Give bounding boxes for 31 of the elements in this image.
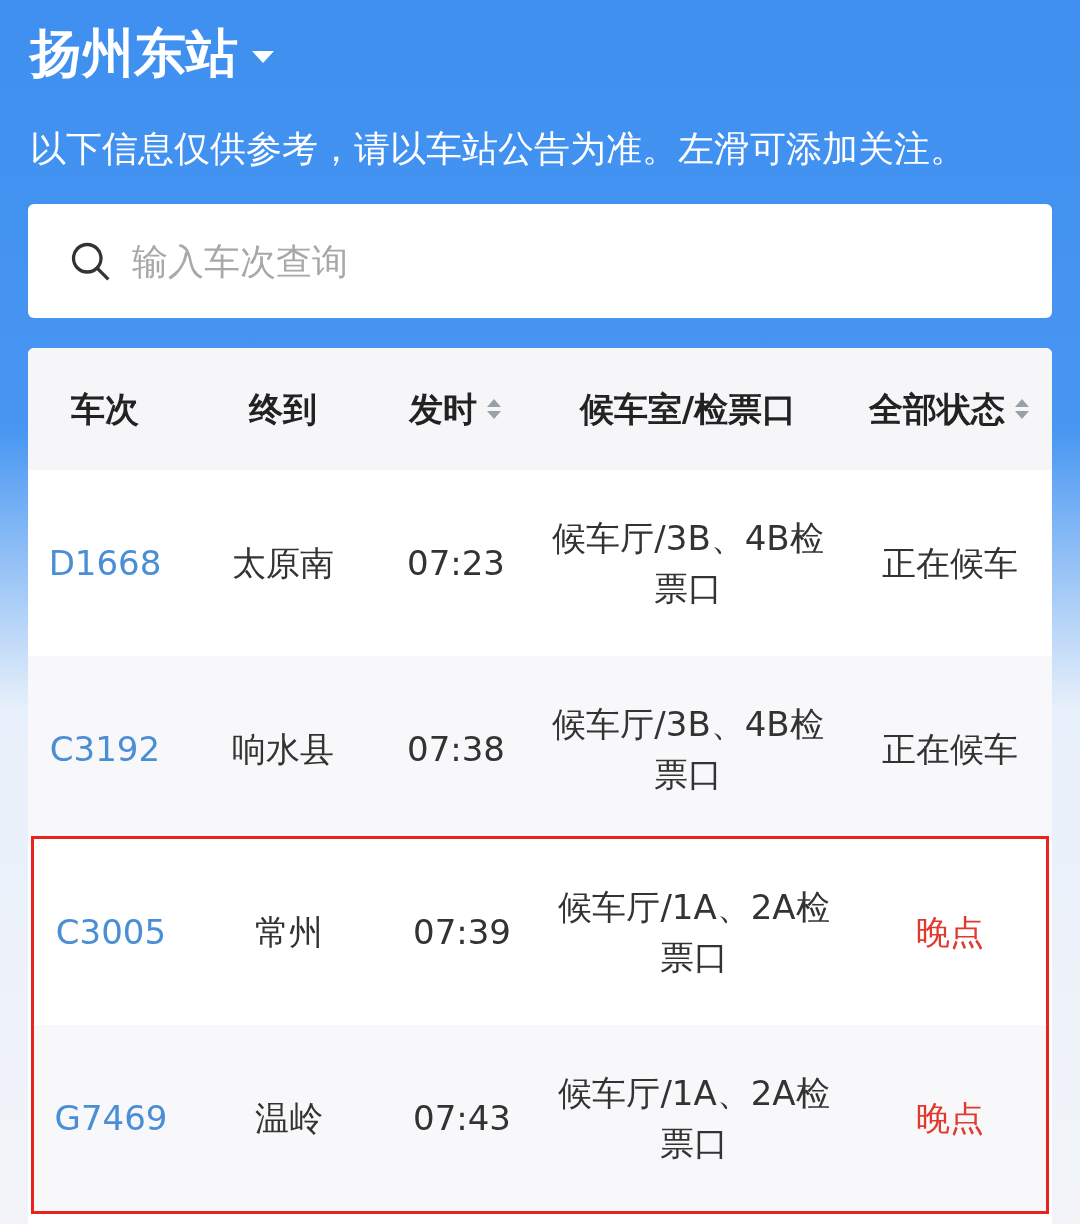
gate: 候车厅/3B、4B检票口 [551, 703, 825, 796]
train-row[interactable]: C3192 响水县 07:38 候车厅/3B、4B检票口 正在候车 [28, 656, 1052, 842]
station-title[interactable]: 扬州东站 [30, 14, 238, 92]
column-header: 车次 [71, 387, 139, 431]
gate: 候车厅/3B、4B检票口 [551, 517, 825, 610]
train-row[interactable]: G7469 温岭 07:43 候车厅/1A、2A检票口 晚点 [34, 1025, 1046, 1211]
status: 晚点 [915, 910, 985, 954]
notice-text: 以下信息仅供参考，请以车站公告为准。左滑可添加关注。 [29, 127, 967, 171]
status: 正在候车 [881, 727, 1019, 771]
status: 晚点 [915, 1096, 985, 1140]
train-number[interactable]: C3005 [34, 906, 188, 958]
departure-time: 07:38 [406, 727, 506, 771]
departure-time: 07:23 [406, 541, 506, 585]
status: 正在候车 [881, 541, 1019, 585]
column-header: 全部状态 [869, 387, 1005, 431]
destination: 太原南 [231, 541, 335, 585]
column-header: 发时 [409, 387, 477, 431]
destination: 常州 [254, 910, 324, 954]
train-number[interactable]: C3192 [28, 723, 182, 775]
departure-time: 07:39 [412, 910, 512, 954]
destination: 响水县 [231, 727, 335, 771]
search-field[interactable]: 输入车次查询 [28, 204, 1052, 318]
gate: 候车厅/1A、2A检票口 [557, 1072, 831, 1165]
caret-icon[interactable] [250, 49, 276, 65]
column-header: 候车室/检票口 [579, 387, 797, 431]
train-number[interactable]: G7469 [34, 1092, 188, 1144]
column-header: 终到 [249, 387, 317, 431]
departure-time: 07:43 [412, 1096, 512, 1140]
destination: 温岭 [254, 1096, 324, 1140]
gate: 候车厅/1A、2A检票口 [557, 886, 831, 979]
train-number[interactable]: D1668 [28, 537, 182, 589]
